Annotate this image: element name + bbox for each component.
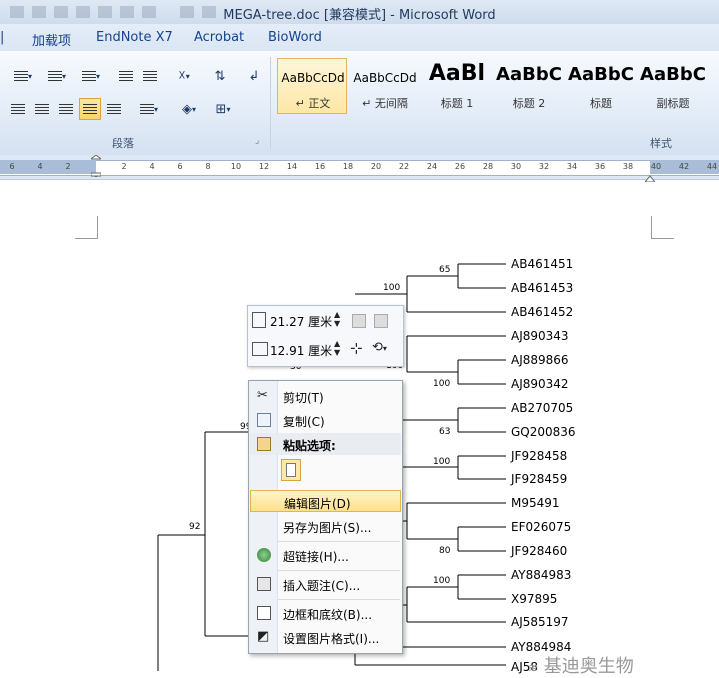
leaf-label: AJ585197 — [511, 615, 569, 629]
menu-item-copy[interactable]: 复制(C) — [250, 409, 401, 431]
bootstrap-label: 92 — [189, 522, 201, 532]
leaf-label: AB461451 — [511, 257, 574, 271]
menu-item-label: 剪切(T) — [283, 391, 324, 405]
leaf-label: JF928458 — [511, 449, 568, 463]
width-field[interactable]: 12.91 厘米 — [270, 342, 332, 359]
bring-forward-icon[interactable] — [352, 314, 366, 328]
watermark-text: 基迪奥生物 — [543, 656, 634, 677]
leaf-label: AB461453 — [511, 281, 574, 295]
menu-item-edit-picture[interactable]: 编辑图片(D) — [250, 490, 401, 512]
copy-icon — [257, 413, 271, 427]
scissors-icon: ✂ — [257, 388, 268, 403]
menu-separator — [278, 570, 400, 571]
height-spinner[interactable]: ▲ ▼ — [334, 310, 340, 328]
menu-item-insert-caption[interactable]: 插入题注(C)... — [250, 573, 401, 595]
menu-item-label: 插入题注(C)... — [283, 579, 361, 593]
send-backward-icon[interactable] — [374, 314, 388, 328]
menu-header-label: 粘贴选项: — [283, 439, 336, 453]
menu-separator — [278, 541, 400, 542]
caption-icon — [257, 577, 271, 591]
bootstrap-label: 100 — [433, 457, 451, 467]
menu-item-cut[interactable]: ✂ 剪切(T) — [250, 385, 401, 407]
clipboard-icon — [257, 437, 271, 451]
menu-item-label: 另存为图片(S)... — [283, 521, 372, 535]
format-picture-icon: ◩ — [257, 629, 270, 644]
watermark-logo-icon: ≋ — [528, 661, 539, 675]
menu-item-label: 超链接(H)... — [283, 550, 349, 564]
context-menu: ✂ 剪切(T) 复制(C) 粘贴选项: 编辑图片(D) 另存为图片(S)... … — [248, 380, 403, 654]
leaf-label: AB461452 — [511, 305, 574, 319]
leaf-label: GQ200836 — [511, 425, 576, 439]
menu-item-hyperlink[interactable]: 超链接(H)... — [250, 544, 401, 566]
menu-item-format-picture[interactable]: ◩ 设置图片格式(I)... — [250, 626, 401, 648]
leaf-label: AJ889866 — [511, 353, 569, 367]
menu-item-save-as-picture[interactable]: 另存为图片(S)... — [250, 515, 401, 537]
leaf-label: M95491 — [511, 496, 560, 510]
leaf-label: X97895 — [511, 592, 558, 606]
bootstrap-label: 65 — [439, 265, 451, 275]
leaf-label: JF928459 — [511, 472, 568, 486]
bootstrap-label: 63 — [439, 427, 451, 437]
width-spinner[interactable]: ▲ ▼ — [334, 339, 340, 357]
bootstrap-label: 100 — [433, 379, 451, 389]
bootstrap-label: 100 — [383, 283, 401, 293]
menu-separator — [278, 599, 400, 600]
menu-item-label: 编辑图片(D) — [284, 497, 351, 511]
width-icon — [252, 342, 268, 356]
rotate-icon[interactable]: ⟲▾ — [372, 340, 387, 355]
leaf-label: EF026075 — [511, 520, 572, 534]
crop-icon[interactable]: ⊹ — [350, 339, 363, 357]
picture-mini-toolbar: 21.27 厘米 ▲ ▼ 12.91 厘米 ▲ ▼ ⊹ ⟲▾ — [247, 305, 404, 367]
menu-item-label: 复制(C) — [283, 415, 325, 429]
menu-item-label: 设置图片格式(I)... — [283, 632, 380, 646]
paste-icon — [286, 463, 296, 477]
bootstrap-label: 80 — [439, 546, 451, 556]
paste-keep-formatting-button[interactable] — [281, 459, 301, 481]
borders-icon — [257, 606, 271, 620]
height-field[interactable]: 21.27 厘米 — [270, 313, 332, 330]
leaf-label: AJ890342 — [511, 377, 569, 391]
watermark: ≋ 基迪奥生物 — [528, 652, 634, 678]
menu-header-paste-options: 粘贴选项: — [250, 433, 401, 455]
hyperlink-globe-icon — [257, 548, 271, 562]
leaf-label: AJ890343 — [511, 329, 569, 343]
bootstrap-label: 100 — [433, 576, 451, 586]
height-icon — [252, 312, 266, 328]
menu-item-label: 边框和底纹(B)... — [283, 608, 373, 622]
leaf-label: AB270705 — [511, 401, 574, 415]
leaf-label: JF928460 — [511, 544, 568, 558]
leaf-label: AY884983 — [511, 568, 572, 582]
menu-item-borders-shading[interactable]: 边框和底纹(B)... — [250, 602, 401, 624]
